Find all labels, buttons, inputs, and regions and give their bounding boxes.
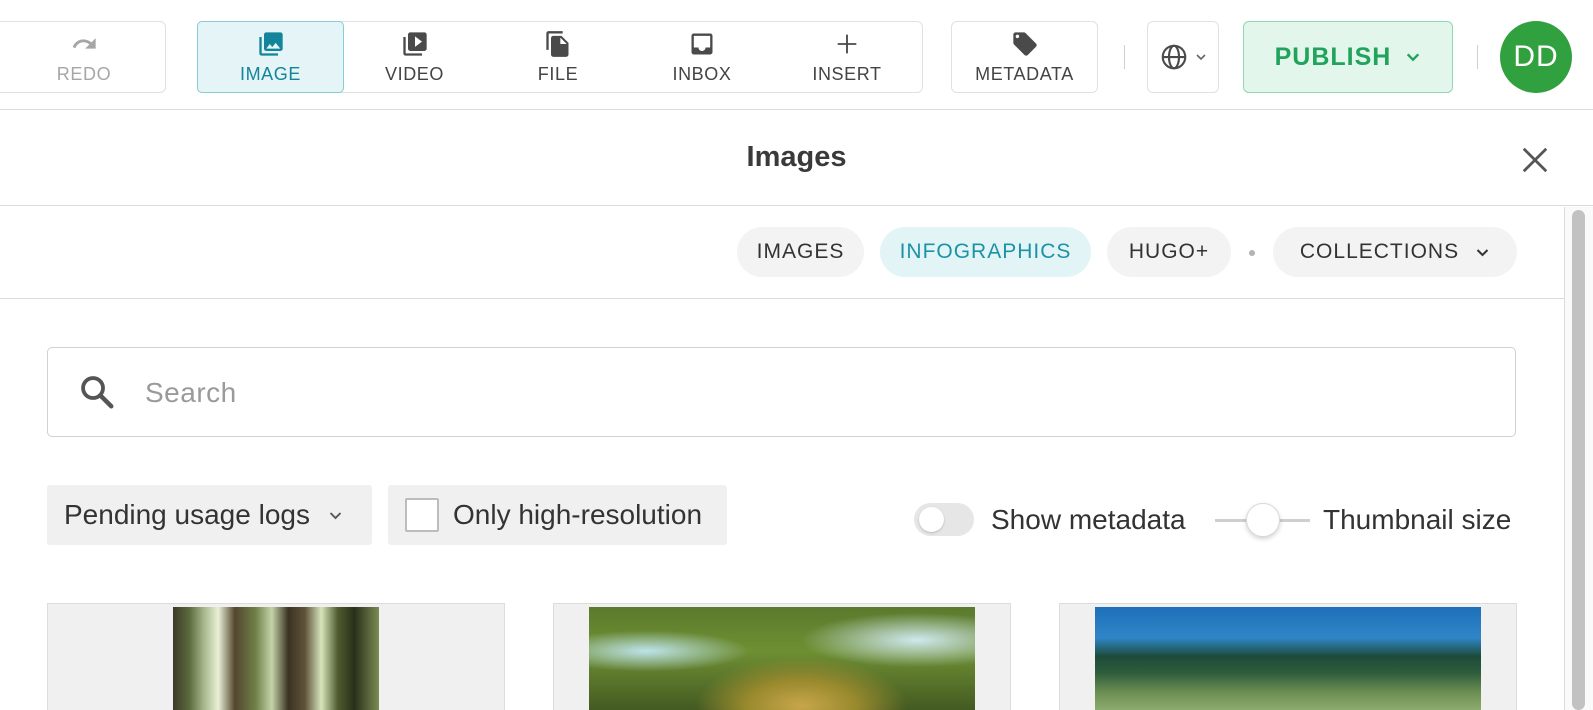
usage-filter-label: Pending usage logs [64, 499, 310, 530]
metadata-group: METADATA [951, 21, 1098, 93]
image-thumbnail-card[interactable] [47, 603, 505, 710]
inbox-icon [691, 33, 713, 54]
search-box [47, 347, 1516, 437]
high-resolution-checkbox[interactable] [405, 498, 439, 532]
insert-button[interactable]: INSERT [774, 22, 920, 92]
high-resolution-label: Only high-resolution [453, 499, 703, 530]
high-resolution-filter[interactable]: Only high-resolution [388, 485, 727, 545]
tab-separator-dot [1249, 250, 1255, 256]
thumbnail-size-label: Thumbnail size [1323, 504, 1512, 535]
tab-hugo-plus[interactable]: HUGO+ [1107, 227, 1231, 277]
video-label: VIDEO [384, 63, 444, 84]
toolbar-divider [1477, 45, 1478, 69]
tag-icon [1012, 31, 1037, 56]
thumbnail-image-autumn [589, 607, 975, 710]
history-group: REDO [0, 21, 166, 93]
show-metadata-label: Show metadata [991, 504, 1186, 535]
insert-label: INSERT [812, 63, 882, 84]
language-selector[interactable] [1147, 21, 1219, 93]
publish-label: PUBLISH [1274, 42, 1392, 71]
plus-icon [837, 34, 857, 53]
tab-hugo-plus-label: HUGO+ [1128, 240, 1210, 263]
show-metadata-toggle[interactable] [914, 503, 974, 536]
image-icon [258, 31, 283, 56]
editor-toolbar: REDO IMAGE VIDEO FILE INBOX INSERT METAD… [0, 0, 1593, 110]
chevron-down-icon [329, 511, 342, 519]
file-label: FILE [537, 63, 579, 84]
search-input[interactable] [145, 368, 1485, 418]
file-button[interactable]: FILE [486, 22, 630, 92]
usage-filter-dropdown[interactable]: Pending usage logs [47, 485, 372, 545]
user-avatar[interactable]: DD [1500, 21, 1572, 93]
redo-icon [72, 37, 96, 49]
image-button[interactable]: IMAGE [197, 21, 344, 93]
toolbar-divider [1124, 45, 1125, 69]
metadata-label: METADATA [975, 63, 1074, 84]
inbox-button[interactable]: INBOX [630, 22, 774, 92]
tab-infographics-label: INFOGRAPHICS [899, 240, 1072, 263]
thumbnail-size-slider-handle[interactable] [1246, 503, 1280, 537]
tab-images-label: IMAGES [756, 240, 845, 263]
tab-infographics[interactable]: INFOGRAPHICS [880, 227, 1091, 277]
images-panel-header: Images [0, 111, 1593, 206]
metadata-button[interactable]: METADATA [952, 22, 1097, 92]
thumbnail-image-meadow [1095, 607, 1481, 710]
chevron-down-icon [1476, 248, 1489, 256]
thumbnail-image-forest [173, 607, 379, 710]
redo-label: REDO [56, 63, 112, 84]
scrollbar-thumb[interactable] [1572, 210, 1585, 710]
video-icon [402, 31, 427, 56]
tab-images[interactable]: IMAGES [737, 227, 864, 277]
image-thumbnail-card[interactable] [1059, 603, 1517, 710]
inbox-label: INBOX [672, 63, 732, 84]
panel-title: Images [746, 141, 847, 173]
chevron-down-icon [1196, 54, 1206, 61]
image-thumbnail-card[interactable] [553, 603, 1011, 710]
search-icon [81, 376, 114, 409]
toggle-knob [919, 507, 944, 532]
tab-collections[interactable]: COLLECTIONS [1273, 227, 1517, 277]
publish-button[interactable]: PUBLISH [1243, 21, 1453, 93]
tab-collections-label: COLLECTIONS [1299, 240, 1460, 263]
chevron-down-icon [1407, 53, 1420, 62]
close-icon[interactable] [1520, 145, 1550, 175]
insert-media-group: IMAGE VIDEO FILE INBOX INSERT [197, 21, 923, 93]
redo-button[interactable]: REDO [0, 22, 165, 92]
source-tabs: IMAGES INFOGRAPHICS HUGO+ COLLECTIONS [0, 207, 1564, 299]
file-icon [546, 30, 569, 57]
video-button[interactable]: VIDEO [343, 22, 486, 92]
globe-icon [1161, 44, 1187, 70]
image-label: IMAGE [239, 63, 301, 84]
